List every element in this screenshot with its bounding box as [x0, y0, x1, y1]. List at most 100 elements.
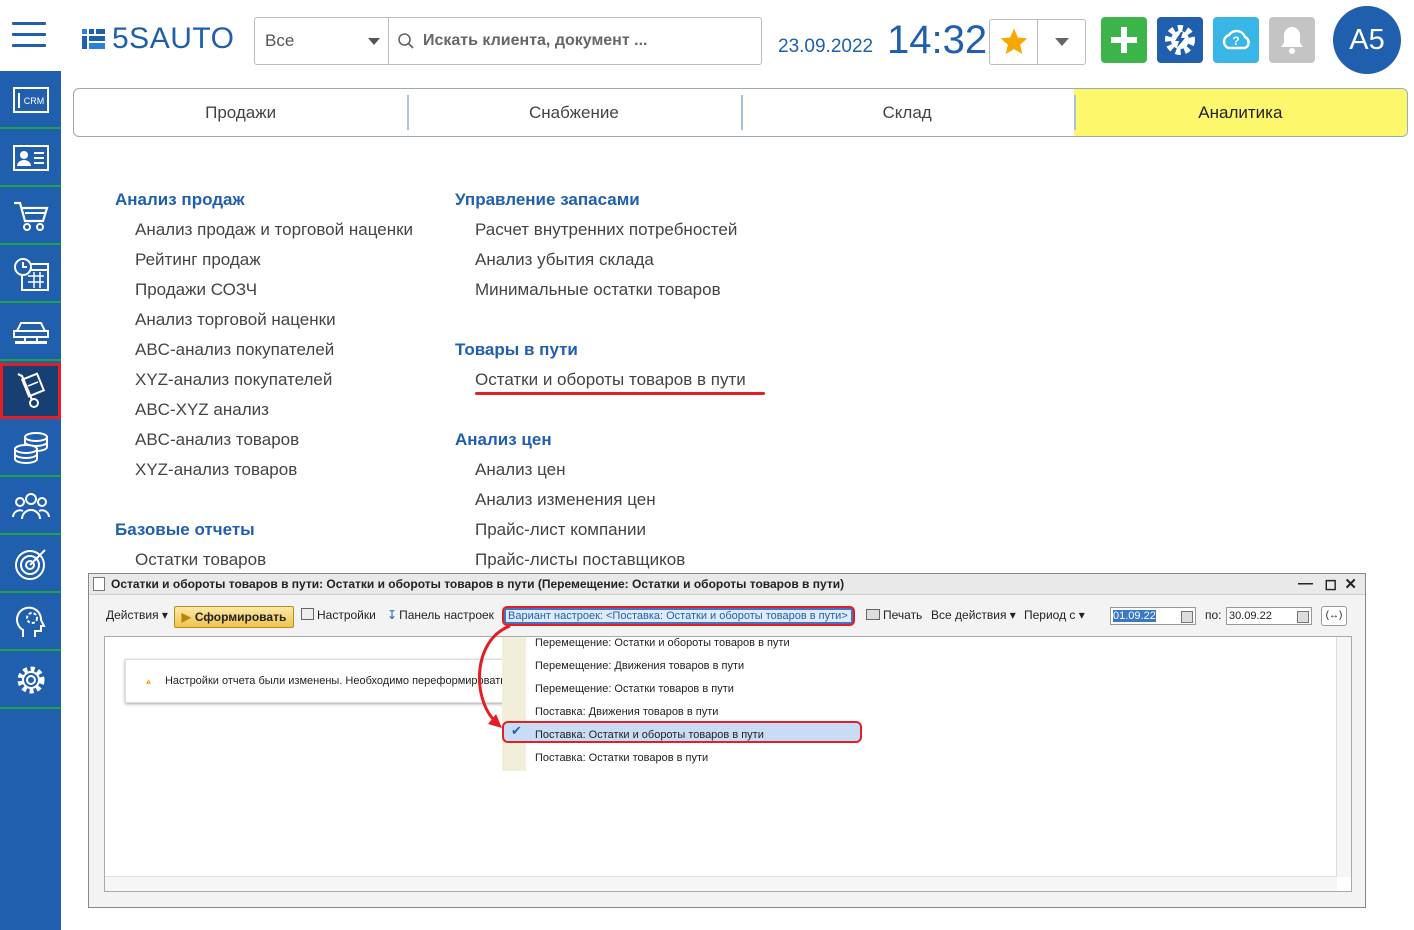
menu-link[interactable]: Прайс-листы поставщиков: [455, 545, 746, 575]
variant-option[interactable]: Поставка: Движения товаров в пути: [535, 706, 718, 718]
menu-link[interactable]: Анализ цен: [455, 455, 746, 485]
actions-menu[interactable]: Действия ▾: [106, 608, 168, 622]
tab-supply[interactable]: Снабжение: [407, 89, 740, 136]
car-lift-icon: [12, 322, 49, 344]
settings-variant-dropdown: [502, 637, 862, 771]
period-select-button[interactable]: (↔): [1321, 606, 1347, 626]
help-cloud-icon: ?: [1222, 29, 1250, 50]
close-icon[interactable]: ✕: [1344, 575, 1357, 593]
svg-text:?: ?: [1232, 34, 1239, 48]
section-title-sales-analysis: Анализ продаж: [115, 190, 245, 209]
date-from-input[interactable]: 01.09.22: [1110, 607, 1196, 625]
sidebar-item-crm[interactable]: CRM: [0, 73, 61, 129]
sidebar-item-goals[interactable]: [0, 537, 61, 593]
calendar-clock-icon: [13, 258, 49, 291]
report-toolbar: Действия ▾ ▶ Сформировать Настройки ↧ Пан…: [89, 604, 1365, 630]
settings-button[interactable]: Настройки: [301, 608, 376, 622]
variant-option[interactable]: Поставка: Остатки товаров в пути: [535, 752, 708, 764]
report-result-area: Настройки отчета были изменены. Необходи…: [104, 636, 1352, 892]
section-title-goods-in-transit: Товары в пути: [455, 340, 578, 359]
team-icon: [11, 493, 50, 520]
notifications-button[interactable]: [1269, 17, 1315, 63]
menu-link[interactable]: ABC-XYZ анализ: [115, 395, 413, 425]
favorites-dropdown-button[interactable]: [1038, 20, 1085, 64]
sidebar-item-team[interactable]: [0, 479, 61, 535]
variant-option[interactable]: Перемещение: Остатки и обороты товаров в…: [535, 637, 790, 649]
report-window: Остатки и обороты товаров в пути: Остатк…: [88, 573, 1366, 908]
service-settings-button[interactable]: [1157, 17, 1203, 63]
menu-toggle-button[interactable]: [12, 22, 46, 48]
menu-link[interactable]: Анализ убытия склада: [455, 245, 746, 275]
menu-link[interactable]: Анализ торговой наценки: [115, 305, 413, 335]
variant-option-selected[interactable]: Поставка: Остатки и обороты товаров в пу…: [535, 729, 764, 741]
user-avatar[interactable]: А5: [1333, 6, 1401, 74]
sidebar-item-support[interactable]: [0, 595, 61, 651]
settings-gear-icon: [17, 666, 44, 694]
menu-link[interactable]: Анализ продаж и торговой наценки: [115, 215, 413, 245]
menu-link[interactable]: XYZ-анализ покупателей: [115, 365, 413, 395]
menu-link[interactable]: Остатки товаров: [115, 545, 413, 575]
horizontal-scrollbar[interactable]: [105, 876, 1337, 891]
contacts-card-icon: [12, 145, 49, 171]
coins-stack-icon: [13, 432, 48, 464]
app-logo: 5SAUTO: [82, 22, 235, 56]
help-button[interactable]: ?: [1213, 17, 1259, 63]
chevron-down-icon: [1054, 38, 1069, 46]
generate-report-button[interactable]: ▶ Сформировать: [174, 606, 294, 628]
minimize-icon[interactable]: —: [1298, 575, 1313, 592]
search-scope-value: Все: [265, 31, 295, 50]
plus-icon: [1111, 27, 1137, 53]
sidebar-item-settings[interactable]: [0, 653, 61, 709]
menu-link[interactable]: Продажи СОЗЧ: [115, 275, 413, 305]
settings-variant-select[interactable]: Вариант настроек: <Поставка: Остатки и о…: [502, 606, 855, 626]
menu-link-transit-balances[interactable]: Остатки и обороты товаров в пути: [455, 365, 746, 395]
sidebar-item-sales[interactable]: [0, 189, 61, 245]
print-button[interactable]: Печать: [866, 608, 922, 622]
sidebar-item-contacts[interactable]: [0, 131, 61, 187]
search-input[interactable]: [421, 31, 755, 51]
menu-column-2: Управление запасами Расчет внутренних по…: [455, 185, 746, 575]
menu-link[interactable]: Расчет внутренних потребностей: [455, 215, 746, 245]
date-to-input[interactable]: 30.09.22: [1226, 607, 1312, 625]
calendar-icon[interactable]: [1297, 611, 1309, 623]
sidebar-item-service[interactable]: [0, 305, 61, 361]
tab-warehouse[interactable]: Склад: [740, 89, 1074, 136]
head-gear-icon: [15, 606, 46, 637]
variant-option[interactable]: Перемещение: Движения товаров в пути: [535, 660, 744, 672]
tab-sales[interactable]: Продажи: [74, 89, 407, 136]
menu-link[interactable]: ABC-анализ товаров: [115, 425, 413, 455]
crm-icon: CRM: [12, 87, 49, 113]
menu-link[interactable]: ABC-анализ покупателей: [115, 335, 413, 365]
search-icon: [398, 33, 414, 49]
calendar-icon[interactable]: [1181, 611, 1193, 623]
all-actions-menu[interactable]: Все действия ▾: [931, 608, 1016, 622]
vertical-scrollbar[interactable]: [1336, 637, 1351, 877]
highlight-underline: [475, 392, 765, 395]
chevron-down-icon: [368, 38, 380, 45]
target-icon: [14, 549, 46, 580]
report-window-titlebar: Остатки и обороты товаров в пути: Остатк…: [89, 574, 1365, 595]
menu-link[interactable]: XYZ-анализ товаров: [115, 455, 413, 485]
maximize-icon[interactable]: ◻: [1325, 575, 1337, 593]
warning-icon: [146, 678, 151, 684]
menu-link[interactable]: Прайс-лист компании: [455, 515, 746, 545]
report-settings-changed-notice: Настройки отчета были изменены. Необходи…: [125, 659, 507, 703]
annotation-arrow: [478, 624, 511, 728]
tab-analytics[interactable]: Аналитика: [1073, 89, 1407, 136]
menu-link[interactable]: Анализ изменения цен: [455, 485, 746, 515]
sidebar-item-schedule[interactable]: [0, 247, 61, 303]
play-icon: ▶: [181, 610, 191, 624]
period-menu[interactable]: Период с ▾: [1024, 608, 1085, 622]
document-icon: [93, 577, 105, 591]
section-tabs: Продажи Снабжение Склад Аналитика: [73, 88, 1408, 137]
create-button[interactable]: [1101, 17, 1147, 63]
sidebar-item-finance[interactable]: [0, 421, 61, 477]
menu-link[interactable]: Рейтинг продаж: [115, 245, 413, 275]
sidebar-item-warehouse[interactable]: [0, 363, 61, 419]
date-to-label: по:: [1205, 608, 1222, 622]
variant-option[interactable]: Перемещение: Остатки товаров в пути: [535, 683, 734, 695]
favorites-button[interactable]: [990, 20, 1038, 64]
section-title-stock-management: Управление запасами: [455, 190, 640, 209]
menu-link[interactable]: Минимальные остатки товаров: [455, 275, 746, 305]
search-scope-select[interactable]: Все: [255, 18, 389, 64]
